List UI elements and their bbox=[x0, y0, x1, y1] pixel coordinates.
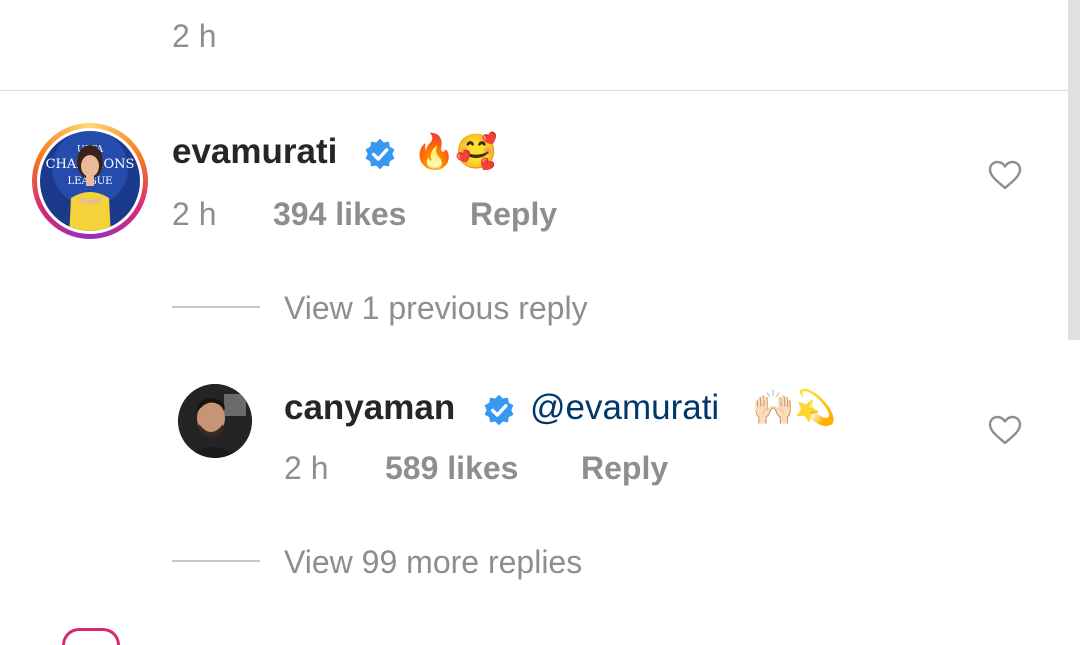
comment-emoji: 🔥🥰 bbox=[413, 133, 498, 171]
reply-time: 2 h bbox=[284, 450, 329, 486]
scrollbar[interactable] bbox=[1068, 0, 1080, 340]
thread-line bbox=[172, 560, 260, 562]
heart-outline-icon[interactable] bbox=[988, 160, 1022, 190]
reply-username[interactable]: canyaman bbox=[284, 388, 455, 428]
comment-reply-button[interactable]: Reply bbox=[470, 196, 557, 233]
heart-outline-icon[interactable] bbox=[988, 415, 1022, 445]
divider bbox=[0, 90, 1068, 91]
avatar-canyaman[interactable] bbox=[178, 384, 252, 458]
reply-reply-button[interactable]: Reply bbox=[581, 450, 668, 487]
avatar-photo bbox=[178, 384, 252, 458]
reply-mention-link[interactable]: @evamurati bbox=[530, 388, 719, 428]
comment-username[interactable]: evamurati bbox=[172, 132, 337, 172]
next-comment-story-ring bbox=[62, 628, 120, 645]
view-more-replies-link[interactable]: View 99 more replies bbox=[284, 544, 582, 581]
reply-likes[interactable]: 589 likes bbox=[385, 450, 518, 487]
verified-badge-icon bbox=[365, 138, 395, 170]
avatar-photo: UEFA CHAMPIONS LEAGUE bbox=[40, 131, 140, 231]
story-ring[interactable]: UEFA CHAMPIONS LEAGUE bbox=[32, 123, 148, 239]
thread-line bbox=[172, 306, 260, 308]
view-previous-replies-link[interactable]: View 1 previous reply bbox=[284, 290, 588, 327]
comment-time: 2 h bbox=[172, 196, 217, 232]
comment-likes[interactable]: 394 likes bbox=[273, 196, 406, 233]
reply-emoji: 🙌🏻💫 bbox=[752, 389, 837, 427]
verified-badge-icon bbox=[484, 394, 514, 426]
previous-comment-time: 2 h bbox=[172, 18, 217, 54]
avatar-evamurati[interactable]: UEFA CHAMPIONS LEAGUE bbox=[37, 128, 143, 234]
